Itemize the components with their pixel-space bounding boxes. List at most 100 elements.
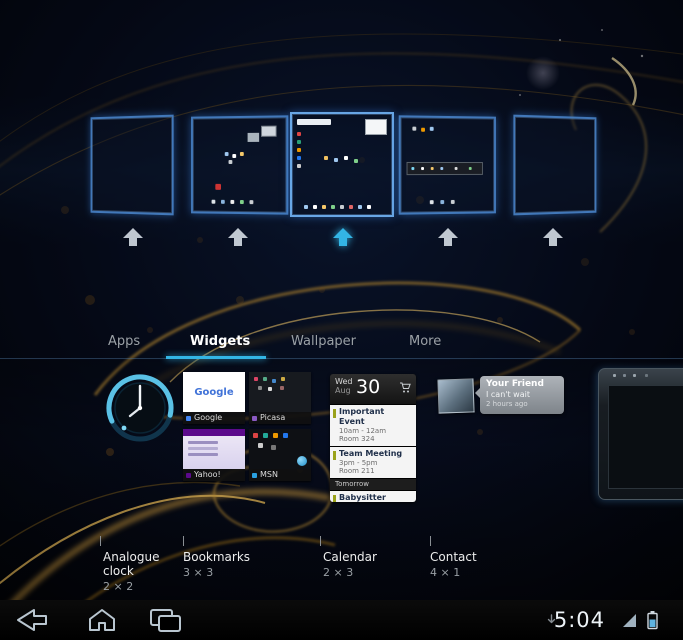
back-button[interactable] <box>12 607 52 633</box>
tray-tick <box>100 536 101 546</box>
contact-message: I can't wait <box>486 390 530 399</box>
thumb-content <box>253 433 258 438</box>
battery-icon <box>647 611 658 630</box>
home-screen-thumbnail-3[interactable] <box>290 112 394 217</box>
tab-apps[interactable]: Apps <box>108 334 140 349</box>
bookmark-thumb-msn: MSN <box>249 429 311 481</box>
panel-miniature <box>224 152 229 157</box>
widget-name: Calendar <box>323 550 377 564</box>
calendar-header: Wed Aug 30 <box>330 374 416 404</box>
panel-miniature <box>412 126 417 131</box>
tab-wallpaper[interactable]: Wallpaper <box>291 334 356 349</box>
screen-arrow[interactable] <box>333 228 353 246</box>
home-screen-thumbnail-4[interactable] <box>398 115 496 215</box>
widget-label-contact: Contact 4 × 1 <box>430 550 510 580</box>
tab-divider-line <box>0 358 683 359</box>
home-screen-panel-picker <box>0 0 683 260</box>
cart-icon <box>400 382 411 393</box>
event-location: Room 324 <box>339 435 375 443</box>
bookmark-label: Google <box>183 412 245 424</box>
bookmark-thumbnail <box>249 429 311 469</box>
tray-tick <box>430 536 431 546</box>
panel-miniature <box>261 125 277 137</box>
back-icon <box>17 609 47 631</box>
bookmark-thumbnail: Google <box>183 372 245 412</box>
widget-size: 4 × 1 <box>430 566 461 579</box>
screen-arrow[interactable] <box>543 228 563 246</box>
panel-miniature <box>215 183 221 190</box>
widget-size: 2 × 2 <box>103 580 134 593</box>
system-bar: 5:04 <box>0 600 683 640</box>
home-screen-thumbnail-5[interactable] <box>513 114 597 216</box>
event-time: 3pm - 5pm <box>339 459 378 467</box>
screen-arrow[interactable] <box>123 228 143 246</box>
widget-name: Analogue clock <box>103 550 160 578</box>
recent-apps-button[interactable] <box>147 607 187 633</box>
home-icon <box>89 609 115 631</box>
favicon <box>186 415 191 421</box>
bookmark-thumb-yahoo: Yahoo! <box>183 429 245 481</box>
panel-miniature <box>297 132 301 136</box>
tab-more[interactable]: More <box>409 334 441 349</box>
contact-timestamp: 2 hours ago <box>486 400 528 408</box>
contact-bubble: Your Friend I can't wait 2 hours ago <box>475 376 564 414</box>
home-screen-thumbnail-2[interactable] <box>191 115 289 215</box>
widget-partial-right[interactable] <box>598 368 683 500</box>
bookmark-thumbnail <box>249 372 311 412</box>
bookmark-thumb-google: Google Google <box>183 372 245 424</box>
tab-widgets[interactable]: Widgets <box>190 334 250 349</box>
contact-name: Your Friend <box>486 379 544 389</box>
panel-miniature <box>304 205 308 209</box>
widget-contact[interactable]: Your Friend I can't wait 2 hours ago <box>437 376 566 418</box>
event-title: Team Meeting <box>339 449 403 458</box>
widget-bookmarks[interactable]: Google Google Picasa Yahoo! MSN <box>183 372 311 482</box>
bookmark-label: Picasa <box>249 412 311 424</box>
panel-miniature <box>411 167 415 171</box>
tray-tick <box>320 536 321 546</box>
widget-calendar[interactable]: Wed Aug 30 Important Event 10am - 12am R… <box>330 374 416 502</box>
msn-logo <box>297 456 307 466</box>
calendar-day-divider: Tomorrow <box>330 479 416 490</box>
widget-size: 3 × 3 <box>183 566 214 579</box>
panel-miniature <box>211 199 216 204</box>
tray-tick <box>183 536 184 546</box>
panel-miniature <box>365 119 387 135</box>
thumb-content <box>254 377 258 381</box>
favicon <box>186 472 191 478</box>
widget-analog-clock[interactable] <box>104 372 176 444</box>
contact-photo <box>437 378 475 414</box>
status-clock[interactable]: 5:04 <box>554 608 605 632</box>
widget-label-analog-clock: Analogue clock 2 × 2 <box>103 550 161 594</box>
calendar-event: Team Meeting 3pm - 5pm Room 211 <box>330 447 416 478</box>
event-time: 10am - 12am <box>339 427 387 435</box>
thumb-content <box>613 374 616 377</box>
home-screen-thumbnail-1[interactable] <box>90 114 174 216</box>
home-button[interactable] <box>84 607 124 633</box>
calendar-event: Important Event 10am - 12am Room 324 <box>330 405 416 446</box>
calendar-event: Babysitter 7am - 9pm 698 Mississippi St <box>330 491 416 502</box>
customize-tab-bar: Apps Widgets Wallpaper More <box>0 330 683 360</box>
favicon <box>252 415 257 421</box>
bookmark-thumbnail <box>183 429 245 469</box>
screen-arrow[interactable] <box>228 228 248 246</box>
widget-label-bookmarks: Bookmarks 3 × 3 <box>183 550 273 580</box>
widget-name: Contact <box>430 550 477 564</box>
widget-size: 2 × 3 <box>323 566 354 579</box>
signal-icon <box>623 614 636 627</box>
active-tab-underline <box>166 356 266 359</box>
panel-miniature <box>406 161 483 176</box>
event-title: Babysitter <box>339 493 386 502</box>
favicon <box>252 472 257 478</box>
thumb-content <box>188 441 218 444</box>
bookmark-label: MSN <box>249 469 311 481</box>
home-customize-screen: Apps Widgets Wallpaper More Google Googl… <box>0 0 683 640</box>
event-title: Important Event <box>339 407 385 426</box>
bookmark-thumb-picasa: Picasa <box>249 372 311 424</box>
widget-label-calendar: Calendar 2 × 3 <box>323 550 403 580</box>
panel-miniature <box>247 132 260 142</box>
screen-arrow[interactable] <box>438 228 458 246</box>
calendar-day-number: 30 <box>356 376 381 398</box>
panel-miniature <box>324 156 328 160</box>
panel-miniature <box>429 200 434 205</box>
event-location: Room 211 <box>339 467 375 475</box>
